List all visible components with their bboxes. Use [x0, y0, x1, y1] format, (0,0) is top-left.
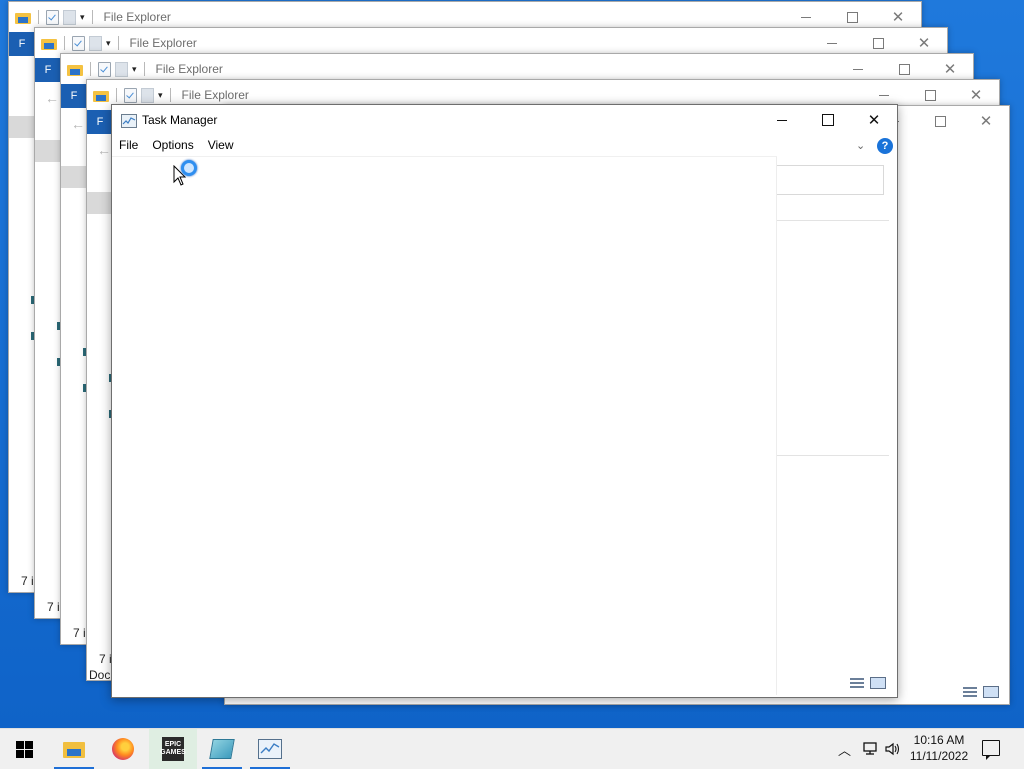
network-icon	[863, 742, 877, 755]
back-arrow-icon[interactable]: ←	[97, 142, 111, 158]
ribbon-file-tab[interactable]: F	[35, 58, 61, 82]
menu-file[interactable]: File	[112, 136, 145, 156]
task-manager-icon	[121, 114, 137, 128]
notification-icon[interactable]	[982, 740, 1000, 760]
doc-label: Doc	[89, 668, 111, 681]
chevron-down-icon[interactable]: ▾	[132, 64, 137, 75]
close-button[interactable]: ✕	[851, 105, 897, 135]
status-bar-text: 7 i	[99, 652, 112, 666]
title-bar[interactable]: Task Manager ✕	[112, 105, 897, 136]
volume-icon	[885, 742, 900, 756]
large-icons-view-icon[interactable]	[870, 677, 886, 689]
status-bar-text: 7 i	[21, 574, 34, 588]
show-hidden-icons[interactable]: ︿	[838, 729, 851, 769]
firefox-icon	[112, 738, 134, 760]
task-manager-icon	[258, 739, 282, 759]
properties-icon[interactable]	[72, 35, 85, 51]
nav-selected-item[interactable]	[61, 166, 87, 188]
ribbon-file-tab[interactable]: F	[87, 110, 113, 134]
ribbon-file-tab[interactable]: F	[9, 32, 35, 56]
new-folder-icon[interactable]	[115, 61, 128, 77]
taskbar-firefox[interactable]	[99, 729, 147, 769]
chevron-down-icon[interactable]: ▾	[158, 90, 163, 101]
menu-bar: File Options View	[112, 136, 777, 157]
taskbar-file-explorer[interactable]	[50, 729, 98, 769]
start-button[interactable]	[0, 729, 48, 769]
chevron-down-icon[interactable]: ▾	[106, 38, 111, 49]
chevron-up-icon: ︿	[838, 742, 852, 758]
busy-indicator-icon	[181, 160, 197, 176]
status-bar-text: 7 i	[47, 600, 60, 614]
volume-control[interactable]	[884, 729, 902, 769]
folder-icon	[93, 89, 109, 102]
taskbar-epic-games[interactable]: EPIC GAMES	[149, 729, 197, 769]
folder-icon	[41, 37, 57, 50]
clock-time: 10:16 AM	[913, 733, 965, 747]
maximize-button[interactable]	[805, 105, 851, 135]
details-view-icon[interactable]	[850, 678, 864, 688]
properties-icon[interactable]	[124, 87, 137, 103]
window-title: File Explorer	[155, 62, 223, 76]
details-view-icon[interactable]	[963, 687, 977, 697]
new-folder-icon[interactable]	[63, 9, 76, 25]
window-title: Task Manager	[142, 113, 218, 127]
new-folder-icon[interactable]	[89, 35, 102, 51]
window-title: File Explorer	[103, 10, 171, 24]
windows-start-icon	[15, 740, 33, 758]
file-explorer-icon	[63, 741, 85, 758]
taskbar-task-manager[interactable]	[246, 729, 294, 769]
task-manager-content	[112, 157, 777, 697]
back-arrow-icon[interactable]: ←	[45, 90, 59, 106]
search-box[interactable]	[777, 165, 884, 195]
new-folder-icon[interactable]	[141, 87, 154, 103]
taskbar: EPIC GAMES ︿ 10:16 AM 11/11/2022	[0, 728, 1024, 769]
chevron-down-icon[interactable]: ⌄	[856, 139, 865, 152]
nav-selected-item[interactable]	[9, 116, 35, 138]
minimize-button[interactable]	[759, 105, 805, 135]
status-bar-text: 7 i	[73, 626, 86, 640]
system-clock[interactable]: 10:16 AM 11/11/2022	[906, 732, 972, 764]
taskbar-notebook[interactable]	[198, 729, 246, 769]
menu-view[interactable]: View	[201, 136, 241, 156]
back-arrow-icon[interactable]: ←	[71, 116, 85, 132]
notebook-icon	[209, 739, 235, 759]
large-icons-view-icon[interactable]	[983, 686, 999, 698]
window-title: File Explorer	[129, 36, 197, 50]
nav-selected-item[interactable]	[87, 192, 113, 214]
maximize-button[interactable]	[917, 106, 963, 136]
epic-games-icon: EPIC GAMES	[160, 737, 186, 761]
chevron-down-icon[interactable]: ▾	[80, 12, 85, 23]
close-button[interactable]: ✕	[963, 106, 1009, 136]
menu-options[interactable]: Options	[145, 136, 200, 156]
help-icon[interactable]: ?	[877, 138, 893, 154]
clock-date: 11/11/2022	[909, 749, 969, 763]
ribbon-file-tab[interactable]: F	[61, 84, 87, 108]
network-status[interactable]	[862, 729, 880, 769]
nav-selected-item[interactable]	[35, 140, 61, 162]
folder-icon	[67, 63, 83, 76]
window-title: File Explorer	[181, 88, 249, 102]
properties-icon[interactable]	[46, 9, 59, 25]
side-label: M	[9, 59, 15, 73]
task-manager-window[interactable]: Task Manager ✕ File Options View ⌄ ?	[111, 104, 898, 698]
properties-icon[interactable]	[98, 61, 111, 77]
folder-icon	[15, 11, 31, 24]
